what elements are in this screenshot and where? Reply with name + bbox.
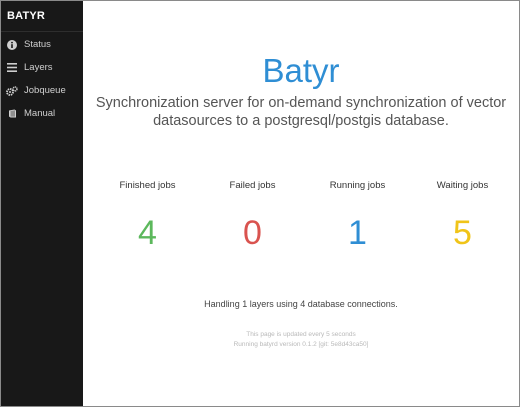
stat-label: Running jobs (329, 180, 386, 191)
sidebar-item-label: Manual (24, 108, 56, 119)
main-content: Batyr Synchronization server for on-dema… (83, 1, 519, 406)
page-title: Batyr (262, 52, 340, 89)
stat-running-jobs: Running jobs 1 (305, 179, 410, 253)
sidebar-item-status[interactable]: Status (1, 33, 83, 56)
stat-value: 0 (243, 214, 262, 252)
stat-label: Waiting jobs (436, 180, 489, 191)
app-window: BATYR Status Layers Jobqueue Manual Baty… (0, 0, 520, 407)
sidebar-item-manual[interactable]: Manual (1, 102, 83, 125)
sidebar-item-layers[interactable]: Layers (1, 56, 83, 79)
stat-value: 5 (453, 214, 472, 252)
sidebar-nav: Status Layers Jobqueue Manual (1, 32, 83, 125)
sidebar-item-label: Jobqueue (24, 85, 66, 96)
stat-finished-jobs: Finished jobs 4 (95, 179, 200, 253)
info-icon (6, 39, 18, 51)
list-icon (6, 62, 18, 74)
sidebar: BATYR Status Layers Jobqueue Manual (1, 1, 83, 406)
update-notice: This page is updated every 5 seconds (246, 331, 356, 338)
gears-icon (6, 85, 18, 97)
stat-value: 1 (348, 214, 367, 252)
sidebar-item-jobqueue[interactable]: Jobqueue (1, 79, 83, 102)
stat-value: 4 (138, 214, 157, 252)
stat-label: Failed jobs (229, 180, 276, 191)
stat-failed-jobs: Failed jobs 0 (200, 179, 305, 253)
page-subtitle: Synchronization server for on-demand syn… (95, 95, 507, 129)
sidebar-item-label: Layers (24, 62, 53, 73)
connection-status: Handling 1 layers using 4 database conne… (204, 299, 398, 309)
book-icon (6, 108, 18, 120)
job-stats: Finished jobs 4 Failed jobs 0 Running jo… (95, 179, 515, 253)
version-info: Running batyrd version 0.1.2 [git: 5e8d4… (233, 341, 369, 348)
sidebar-item-label: Status (24, 39, 51, 50)
stat-label: Finished jobs (119, 180, 176, 191)
brand-link[interactable]: BATYR (1, 1, 83, 32)
stat-waiting-jobs: Waiting jobs 5 (410, 179, 515, 253)
